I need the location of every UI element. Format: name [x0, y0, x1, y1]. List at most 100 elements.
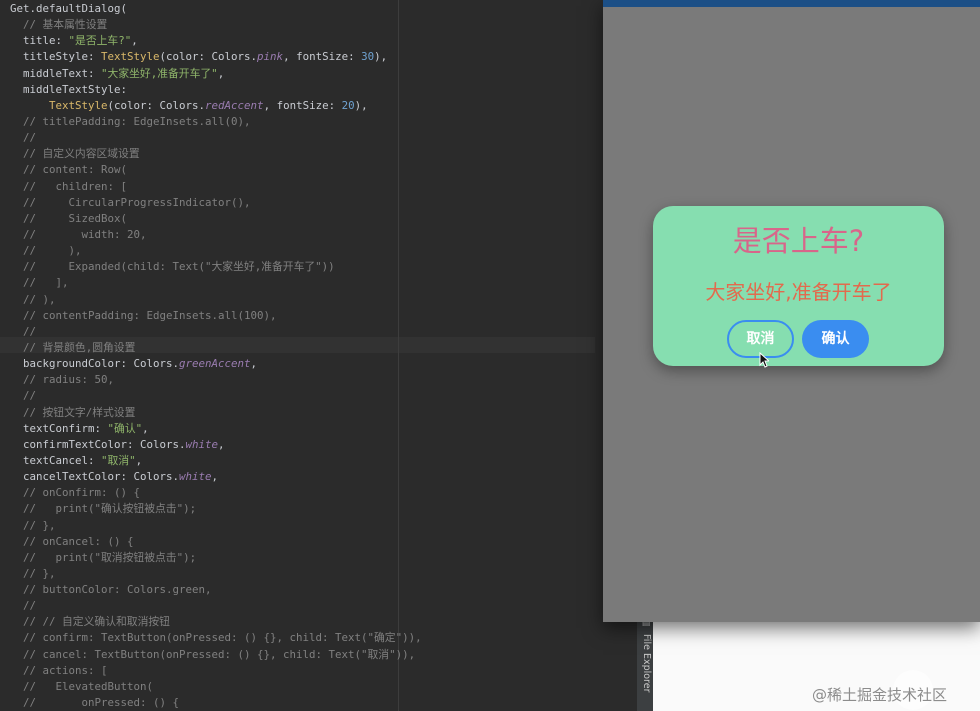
code-token: // onConfirm: () { [10, 486, 141, 500]
code-line[interactable]: // actions: [ [10, 663, 422, 679]
code-text[interactable]: Get.defaultDialog( // 基本属性设置 title: "是否上… [10, 1, 422, 711]
code-line[interactable]: // [10, 598, 422, 614]
code-line[interactable]: // 背景颜色,圆角设置 [10, 340, 422, 356]
code-token: // CircularProgressIndicator(), [10, 195, 251, 209]
code-line[interactable]: // ], [10, 275, 422, 291]
code-token: ), [354, 98, 368, 112]
code-line[interactable]: // }, [10, 566, 422, 582]
code-token: // [10, 599, 37, 613]
code-line[interactable]: middleText: "大家坐好,准备开车了", [10, 66, 422, 82]
code-token: // ElevatedButton( [10, 679, 154, 693]
code-line[interactable]: // onConfirm: () { [10, 485, 422, 501]
code-token: , [217, 66, 225, 80]
code-line[interactable]: // contentPadding: EdgeInsets.all(100), [10, 308, 422, 324]
code-line[interactable]: titleStyle: TextStyle(color: Colors.pink… [10, 49, 422, 65]
code-token: pink [257, 50, 284, 64]
default-dialog: 是否上车? 大家坐好,准备开车了 取消 确认 [653, 206, 944, 366]
code-token: confirmTextColor: Colors. [10, 437, 186, 451]
code-line[interactable]: // // 自定义确认和取消按钮 [10, 614, 422, 630]
code-line[interactable]: // titlePadding: EdgeInsets.all(0), [10, 114, 422, 130]
code-token: // ), [10, 292, 56, 306]
code-token: , [250, 357, 258, 371]
code-line[interactable]: backgroundColor: Colors.greenAccent, [10, 356, 422, 372]
code-line[interactable]: // print("确认按钮被点击"); [10, 501, 422, 517]
code-line[interactable]: // ), [10, 243, 422, 259]
code-token: // SizedBox( [10, 211, 128, 225]
code-line[interactable]: // radius: 50, [10, 372, 422, 388]
code-token: // contentPadding: EdgeInsets.all(100), [10, 308, 277, 322]
code-token: middleText: [10, 66, 102, 80]
code-token: (color: Colors. [159, 50, 258, 64]
code-token: // 基本属性设置 [10, 18, 108, 32]
code-token: titleStyle: [10, 50, 102, 64]
code-token: middleTextStyle: [10, 82, 128, 96]
code-token: // 背景颜色,圆角设置 [10, 340, 136, 354]
code-token: , fontSize: [283, 50, 362, 64]
code-token: , [142, 421, 149, 435]
code-token: backgroundColor: Colors. [10, 357, 180, 371]
emulator-screen[interactable]: 是否上车? 大家坐好,准备开车了 取消 确认 [603, 0, 980, 622]
code-token: "取消" [101, 453, 136, 467]
code-line[interactable]: // print("取消按钮被点击"); [10, 550, 422, 566]
code-line[interactable]: // 基本属性设置 [10, 17, 422, 33]
code-line[interactable]: // ), [10, 292, 422, 308]
code-line[interactable]: // [10, 388, 422, 404]
code-token: // // 自定义确认和取消按钮 [10, 615, 170, 629]
code-line[interactable]: cancelTextColor: Colors.white, [10, 469, 422, 485]
code-line[interactable]: // SizedBox( [10, 211, 422, 227]
code-token: cancelTextColor: Colors. [10, 470, 180, 484]
code-token: title: [10, 34, 69, 48]
code-line[interactable]: // }, [10, 518, 422, 534]
code-token: // actions: [ [10, 663, 108, 677]
code-token: greenAccent [179, 357, 251, 371]
code-token: "是否上车?" [68, 34, 132, 48]
file-explorer-label: File Explorer [641, 634, 652, 693]
code-token: // print("取消按钮被点击"); [10, 550, 197, 564]
watermark: @稀土掘金技术社区 [812, 686, 948, 704]
code-token: , [218, 437, 225, 451]
code-line[interactable]: // confirm: TextButton(onPressed: () {},… [10, 630, 422, 646]
code-token: textCancel: [10, 453, 102, 467]
code-token: // children: [ [10, 179, 128, 193]
code-token: // radius: 50, [10, 373, 115, 387]
code-line[interactable]: // width: 20, [10, 227, 422, 243]
code-line[interactable]: // Expanded(child: Text("大家坐好,准备开车了")) [10, 259, 422, 275]
confirm-button[interactable]: 确认 [802, 320, 869, 358]
code-line[interactable]: TextStyle(color: Colors.redAccent, fontS… [10, 98, 422, 114]
dialog-middle-text: 大家坐好,准备开车了 [705, 280, 892, 304]
code-line[interactable]: // 按钮文字/样式设置 [10, 405, 422, 421]
code-token: textConfirm: [10, 421, 108, 435]
code-line[interactable]: // buttonColor: Colors.green, [10, 582, 422, 598]
code-line[interactable]: Get.defaultDialog( [10, 1, 422, 17]
code-token: // 按钮文字/样式设置 [10, 405, 136, 419]
code-line[interactable]: confirmTextColor: Colors.white, [10, 437, 422, 453]
code-line[interactable]: // cancel: TextButton(onPressed: () {}, … [10, 647, 422, 663]
code-token: "确认" [107, 421, 143, 435]
code-token: // cancel: TextButton(onPressed: () {}, … [10, 647, 416, 661]
code-token: // print("确认按钮被点击"); [10, 502, 197, 516]
code-token: // [10, 389, 37, 403]
file-explorer-tab[interactable]: ▤ File Explorer [641, 618, 652, 693]
app-bar [603, 0, 980, 7]
code-line[interactable]: textConfirm: "确认", [10, 421, 422, 437]
code-line[interactable]: middleTextStyle: [10, 82, 422, 98]
code-line[interactable]: title: "是否上车?", [10, 33, 422, 49]
code-line[interactable]: // ElevatedButton( [10, 679, 422, 695]
code-line[interactable]: // 自定义内容区域设置 [10, 146, 422, 162]
code-token: 20 [341, 98, 355, 112]
code-line[interactable]: // CircularProgressIndicator(), [10, 195, 422, 211]
code-line[interactable]: // children: [ [10, 179, 422, 195]
code-editor[interactable]: Get.defaultDialog( // 基本属性设置 title: "是否上… [0, 0, 640, 711]
code-line[interactable]: // onCancel: () { [10, 534, 422, 550]
code-line[interactable]: // [10, 324, 422, 340]
code-line[interactable]: // content: Row( [10, 162, 422, 178]
code-token: TextStyle [101, 50, 160, 64]
code-token: ), [374, 50, 388, 64]
code-token: // titlePadding: EdgeInsets.all(0), [10, 114, 251, 128]
code-line[interactable]: // [10, 130, 422, 146]
code-token: // ], [10, 276, 69, 290]
code-line[interactable]: // onPressed: () { [10, 695, 422, 711]
code-token: TextStyle [49, 98, 108, 112]
code-line[interactable]: textCancel: "取消", [10, 453, 422, 469]
